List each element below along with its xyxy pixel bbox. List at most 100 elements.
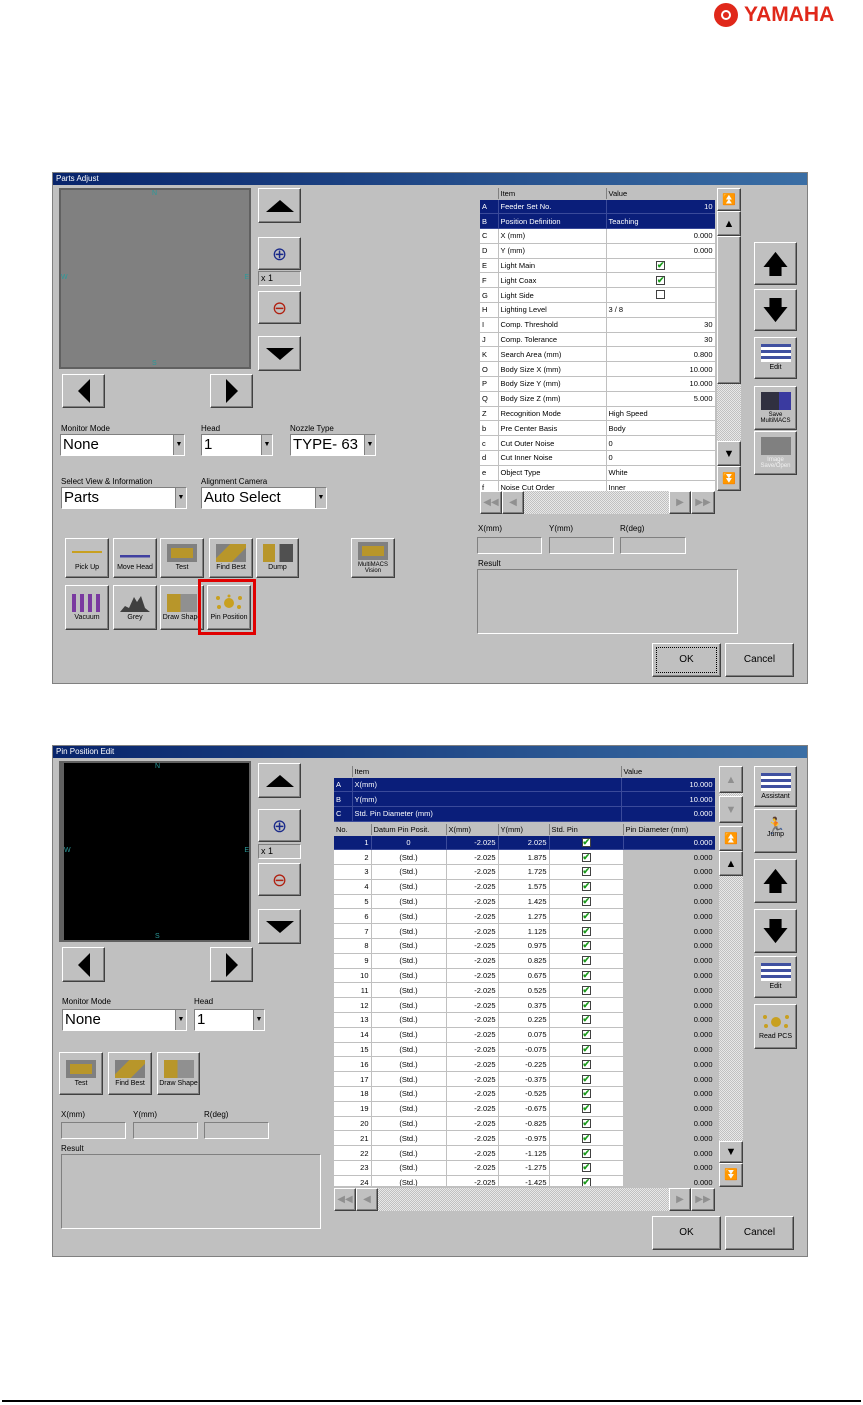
checkbox-checked[interactable]: ✔ xyxy=(656,275,665,285)
table-row[interactable]: G Light Side xyxy=(480,287,715,304)
scroll-thumb[interactable] xyxy=(717,236,741,384)
zoom-out-button[interactable]: ⊖ xyxy=(258,863,301,896)
table-row[interactable]: CX (mm) 0.000 xyxy=(480,228,715,244)
std-pin[interactable]: ✔ xyxy=(549,982,624,999)
scroll-left-button[interactable]: ◀ xyxy=(356,1188,378,1211)
row-value[interactable]: ✔ xyxy=(606,272,715,289)
scroll-first-button[interactable]: ◀◀ xyxy=(480,491,502,514)
parameter-table[interactable]: Item Value A Feeder Set No. 10 B Position Defi… xyxy=(480,188,715,491)
table-row[interactable]: 11 (Std.) -2.025 0.525 ✔ 0.000 xyxy=(334,982,715,999)
table-row[interactable]: Q Body Size Z (mm) 5.000 xyxy=(480,391,715,407)
multimacs-vision-button[interactable]: MultiMACS Vision xyxy=(351,538,395,578)
ok-button[interactable]: OK xyxy=(652,643,721,677)
head-select[interactable]: 1 ▼ xyxy=(194,1009,265,1031)
row-value[interactable]: ✔ xyxy=(606,258,715,274)
scroll-right-button[interactable]: ▶ xyxy=(669,491,691,514)
checkbox-checked[interactable]: ✔ xyxy=(581,1163,591,1173)
pin-parameter-table[interactable]: Item Value A X(mm) 10.000 B Y(mm) 10.000 C Std. P… xyxy=(334,766,715,822)
table-row[interactable]: 24 (Std.) -2.025 -1.425 ✔ 0.000 xyxy=(334,1175,715,1186)
row-down-button[interactable]: 🡇 xyxy=(754,909,797,953)
scroll-up-button[interactable]: ▲ xyxy=(719,851,743,876)
table-row[interactable]: 16 (Std.) -2.025 -0.225 ✔ 0.000 xyxy=(334,1056,715,1073)
checkbox-checked[interactable]: ✔ xyxy=(581,1178,591,1186)
std-pin[interactable]: ✔ xyxy=(549,835,624,851)
table-row[interactable]: 8 (Std.) -2.025 0.975 ✔ 0.000 xyxy=(334,938,715,954)
test-button[interactable]: Test xyxy=(160,538,204,578)
select-view-select[interactable]: Parts ▼ xyxy=(61,487,187,509)
save-multimacs-button[interactable]: Save MultiMACS xyxy=(754,386,797,430)
read-pcs-button[interactable]: Read PCS xyxy=(754,1004,797,1049)
checkbox-checked[interactable]: ✔ xyxy=(581,1045,591,1055)
move-up-button[interactable] xyxy=(258,763,301,798)
checkbox-checked[interactable]: ✔ xyxy=(581,1000,591,1010)
table-row[interactable]: 19 (Std.) -2.025 -0.675 ✔ 0.000 xyxy=(334,1101,715,1117)
table-row[interactable]: J Comp. Tolerance 30 xyxy=(480,332,715,348)
checkbox-checked[interactable]: ✔ xyxy=(581,1104,591,1114)
checkbox-checked[interactable]: ✔ xyxy=(581,1015,591,1025)
horizontal-scrollbar[interactable] xyxy=(334,1188,715,1211)
table-row[interactable]: 6 (Std.) -2.025 1.275 ✔ 0.000 xyxy=(334,908,715,925)
move-left-button[interactable] xyxy=(62,947,105,982)
table-row[interactable]: 15 (Std.) -2.025 -0.075 ✔ 0.000 xyxy=(334,1042,715,1058)
table-row[interactable]: Z Recognition Mode High Speed xyxy=(480,406,715,422)
table-row[interactable]: 22 (Std.) -2.025 -1.125 ✔ 0.000 xyxy=(334,1145,715,1162)
table-row[interactable]: f Noise Cut Order Inner xyxy=(480,480,715,491)
scroll-bottom-button[interactable]: ⏬ xyxy=(717,466,741,491)
table-row[interactable]: O Body Size X (mm) 10.000 xyxy=(480,361,715,378)
checkbox-checked[interactable]: ✔ xyxy=(581,837,591,847)
table-row[interactable]: c Cut Outer Noise 0 xyxy=(480,435,715,452)
table-row[interactable]: 10 (Std.) -2.025 0.675 ✔ 0.000 xyxy=(334,968,715,984)
find-best-button[interactable]: Find Best xyxy=(209,538,253,578)
row-value[interactable] xyxy=(606,287,715,304)
std-pin[interactable]: ✔ xyxy=(549,1101,624,1117)
table-row[interactable]: 9 (Std.) -2.025 0.825 ✔ 0.000 xyxy=(334,953,715,969)
table-row[interactable]: e Object Type White xyxy=(480,465,715,481)
scroll-bottom-button[interactable]: ⏬ xyxy=(719,1163,743,1187)
move-down-button[interactable] xyxy=(258,909,301,944)
checkbox-checked[interactable]: ✔ xyxy=(581,867,591,877)
table-row[interactable]: 20 (Std.) -2.025 -0.825 ✔ 0.000 xyxy=(334,1116,715,1132)
std-pin[interactable]: ✔ xyxy=(549,1027,624,1043)
std-pin[interactable]: ✔ xyxy=(549,1071,624,1088)
zoom-in-button[interactable]: ⊕ xyxy=(258,237,301,270)
checkbox-checked[interactable]: ✔ xyxy=(581,852,591,862)
table-row[interactable]: d Cut Inner Noise 0 xyxy=(480,450,715,466)
move-left-button[interactable] xyxy=(62,374,105,408)
std-pin[interactable]: ✔ xyxy=(549,1175,624,1186)
std-pin[interactable]: ✔ xyxy=(549,923,624,940)
checkbox-checked[interactable]: ✔ xyxy=(581,1148,591,1158)
table-row[interactable]: F Light Coax ✔ xyxy=(480,272,715,289)
grey-button[interactable]: Grey xyxy=(113,585,157,630)
table-row[interactable]: 5 (Std.) -2.025 1.425 ✔ 0.000 xyxy=(334,894,715,910)
vacuum-button[interactable]: Vacuum xyxy=(65,585,109,630)
std-pin[interactable]: ✔ xyxy=(549,1145,624,1162)
row-up-button[interactable]: 🡅 xyxy=(754,859,797,903)
move-down-button[interactable] xyxy=(258,336,301,371)
std-pin[interactable]: ✔ xyxy=(549,968,624,984)
table-row[interactable]: 17 (Std.) -2.025 -0.375 ✔ 0.000 xyxy=(334,1071,715,1088)
checkbox-checked[interactable]: ✔ xyxy=(581,926,591,936)
table-row[interactable]: 1 0 -2.025 2.025 ✔ 0.000 xyxy=(334,835,715,851)
test-button[interactable]: Test xyxy=(59,1052,103,1095)
std-pin[interactable]: ✔ xyxy=(549,894,624,910)
scroll-right-button[interactable]: ▶ xyxy=(669,1188,691,1211)
std-pin[interactable]: ✔ xyxy=(549,864,624,880)
std-pin[interactable]: ✔ xyxy=(549,879,624,895)
checkbox-unchecked[interactable] xyxy=(656,289,665,299)
checkbox-checked[interactable]: ✔ xyxy=(581,956,591,966)
table-row[interactable]: I Comp. Threshold 30 xyxy=(480,317,715,333)
table-row[interactable]: 4 (Std.) -2.025 1.575 ✔ 0.000 xyxy=(334,879,715,895)
checkbox-checked[interactable]: ✔ xyxy=(581,941,591,951)
table-row[interactable]: 2 (Std.) -2.025 1.875 ✔ 0.000 xyxy=(334,849,715,866)
checkbox-checked[interactable]: ✔ xyxy=(581,985,591,995)
std-pin[interactable]: ✔ xyxy=(549,908,624,925)
row-down-button[interactable]: 🡇 xyxy=(754,289,797,331)
checkbox-checked[interactable]: ✔ xyxy=(581,882,591,892)
edit-button[interactable]: Edit xyxy=(754,337,797,379)
std-pin[interactable]: ✔ xyxy=(549,1116,624,1132)
table-row[interactable]: 14 (Std.) -2.025 0.075 ✔ 0.000 xyxy=(334,1027,715,1043)
table-row[interactable]: B Y(mm) 10.000 xyxy=(334,791,715,808)
zoom-in-button[interactable]: ⊕ xyxy=(258,809,301,842)
scroll-up-button[interactable]: ▲ xyxy=(717,211,741,236)
move-right-button[interactable] xyxy=(210,374,253,408)
